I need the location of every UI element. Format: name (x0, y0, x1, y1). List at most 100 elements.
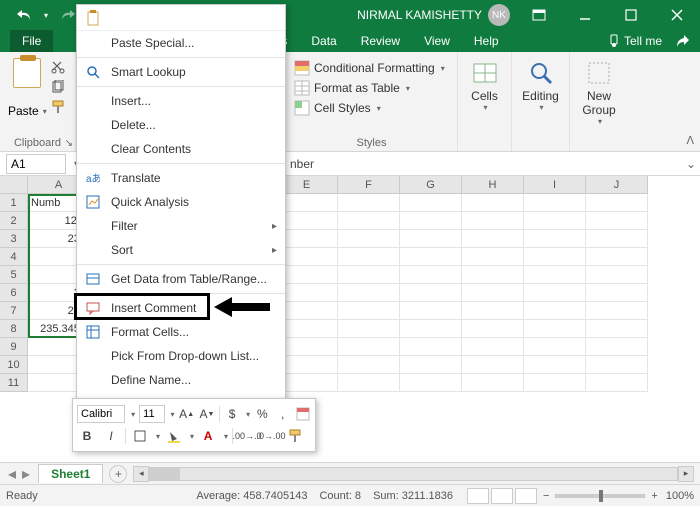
clipboard-dialog-launcher[interactable]: ↘ (65, 138, 73, 149)
group-styles-label: Styles (294, 135, 449, 149)
name-box[interactable]: A1 (6, 154, 66, 174)
scroll-left-button[interactable]: ◂ (133, 466, 149, 482)
mini-toolbar: Calibri▾ 11▾ A▲ A▼ $▾ % , B I ▾ ▾ A▾ .00… (72, 398, 316, 452)
svg-text:aあ: aあ (86, 173, 100, 185)
tab-data[interactable]: Data (299, 30, 348, 52)
zoom-out-button[interactable]: − (543, 490, 549, 502)
undo-dropdown-icon[interactable]: ▾ (44, 11, 48, 20)
undo-button[interactable] (10, 4, 38, 26)
ribbon-display-options-button[interactable] (516, 0, 562, 30)
percent-button[interactable]: % (254, 404, 270, 424)
menu-filter[interactable]: Filter▸ (77, 214, 285, 238)
menu-translate[interactable]: aあTranslate (77, 166, 285, 190)
context-menu: Paste Special... Smart Lookup Insert... … (76, 4, 286, 417)
format-painter-button[interactable] (51, 100, 65, 114)
menu-quick-analysis[interactable]: Quick Analysis (77, 190, 285, 214)
italic-button[interactable]: I (101, 426, 121, 446)
column-header[interactable]: J (586, 176, 648, 194)
column-header[interactable]: I (524, 176, 586, 194)
menu-define-name[interactable]: Define Name... (77, 368, 285, 392)
copy-button[interactable] (51, 80, 65, 94)
paste-button[interactable] (8, 56, 46, 102)
tab-file[interactable]: File (10, 30, 53, 52)
formula-bar-expand[interactable]: ⌄ (682, 157, 700, 171)
format-as-table-button[interactable]: Format as Table▾ (294, 80, 449, 96)
cell-styles-button[interactable]: Cell Styles▾ (294, 100, 449, 116)
translate-icon: aあ (85, 170, 101, 186)
tab-view[interactable]: View (412, 30, 462, 52)
increase-decimal-button[interactable]: .00→.0 (237, 426, 257, 446)
smart-lookup-icon (85, 64, 101, 80)
menu-format-cells[interactable]: Format Cells... (77, 320, 285, 344)
horizontal-scrollbar[interactable] (149, 467, 678, 481)
menu-clear-contents[interactable]: Clear Contents (77, 137, 285, 161)
cells-group-button[interactable]: Cells▾ (466, 56, 503, 116)
tell-me-search[interactable]: Tell me (607, 34, 662, 48)
zoom-slider[interactable] (555, 494, 645, 498)
select-all-button[interactable] (0, 176, 28, 194)
cut-button[interactable] (51, 60, 65, 74)
sheet-tab-active[interactable]: Sheet1 (38, 464, 103, 483)
fill-color-button[interactable] (164, 426, 184, 446)
share-icon[interactable] (676, 34, 690, 48)
comma-style-button[interactable]: , (274, 404, 290, 424)
menu-insert[interactable]: Insert... (77, 89, 285, 113)
paste-dropdown[interactable]: Paste▾ (8, 104, 47, 118)
zoom-level[interactable]: 100% (666, 490, 694, 502)
account-username: NIRMAL KAMISHETTY (357, 8, 488, 22)
tab-review[interactable]: Review (349, 30, 412, 52)
font-color-button[interactable]: A (198, 426, 218, 446)
conditional-formatting-button[interactable]: Conditional Formatting▾ (294, 60, 449, 76)
group-clipboard-label: Clipboard (8, 135, 67, 149)
collapse-ribbon-button[interactable]: ᐱ (686, 134, 694, 147)
menu-smart-lookup[interactable]: Smart Lookup (77, 60, 285, 84)
minimize-button[interactable] (562, 0, 608, 30)
menu-pick-from-list[interactable]: Pick From Drop-down List... (77, 344, 285, 368)
close-button[interactable] (654, 0, 700, 30)
increase-font-size-button[interactable]: A▲ (179, 404, 195, 424)
column-header[interactable]: H (462, 176, 524, 194)
status-ready: Ready (6, 490, 38, 502)
conditional-formatting-mini-button[interactable] (295, 404, 311, 424)
row-header[interactable]: 1 (0, 194, 28, 212)
comment-icon (85, 300, 101, 316)
scroll-right-button[interactable]: ▸ (678, 466, 694, 482)
sheet-nav-next[interactable]: ▸ (22, 464, 30, 484)
quick-analysis-icon (85, 194, 101, 210)
format-cells-icon (85, 324, 101, 340)
formula-bar[interactable]: nber (284, 157, 682, 171)
editing-group-button[interactable]: Editing▾ (520, 56, 561, 116)
maximize-button[interactable] (608, 0, 654, 30)
sheet-nav-prev[interactable]: ◂ (8, 464, 16, 484)
clipboard-icon (13, 58, 41, 88)
status-sum: Sum: 3211.1836 (373, 490, 453, 502)
column-header[interactable]: G (400, 176, 462, 194)
column-header[interactable]: F (338, 176, 400, 194)
sheet-tab-strip: ◂ ▸ Sheet1 + ◂ ▸ (0, 462, 700, 484)
menu-paste-special[interactable]: Paste Special... (77, 31, 285, 55)
paste-icon[interactable] (85, 10, 101, 26)
decrease-font-size-button[interactable]: A▼ (199, 404, 215, 424)
currency-button[interactable]: $ (224, 404, 240, 424)
account-avatar[interactable]: NK (488, 4, 510, 26)
status-average: Average: 458.7405143 (196, 490, 307, 502)
bold-button[interactable]: B (77, 426, 97, 446)
new-group-button[interactable]: New Group▾ (578, 56, 620, 130)
menu-delete[interactable]: Delete... (77, 113, 285, 137)
menu-get-data[interactable]: Get Data from Table/Range... (77, 267, 285, 291)
tab-help[interactable]: Help (462, 30, 511, 52)
menu-sort[interactable]: Sort▸ (77, 238, 285, 262)
mini-font-name[interactable]: Calibri (77, 405, 125, 423)
status-bar: Ready Average: 458.7405143 Count: 8 Sum:… (0, 484, 700, 506)
format-painter-mini-button[interactable] (285, 426, 305, 446)
zoom-in-button[interactable]: + (651, 490, 657, 502)
submenu-arrow-icon: ▸ (272, 221, 277, 232)
mini-font-size[interactable]: 11 (139, 405, 164, 423)
add-sheet-button[interactable]: + (109, 465, 127, 483)
decrease-decimal-button[interactable]: .0→.00 (261, 426, 281, 446)
callout-arrow (214, 295, 270, 319)
borders-button[interactable] (130, 426, 150, 446)
page-layout-view-button[interactable] (491, 488, 513, 504)
page-break-view-button[interactable] (515, 488, 537, 504)
normal-view-button[interactable] (467, 488, 489, 504)
